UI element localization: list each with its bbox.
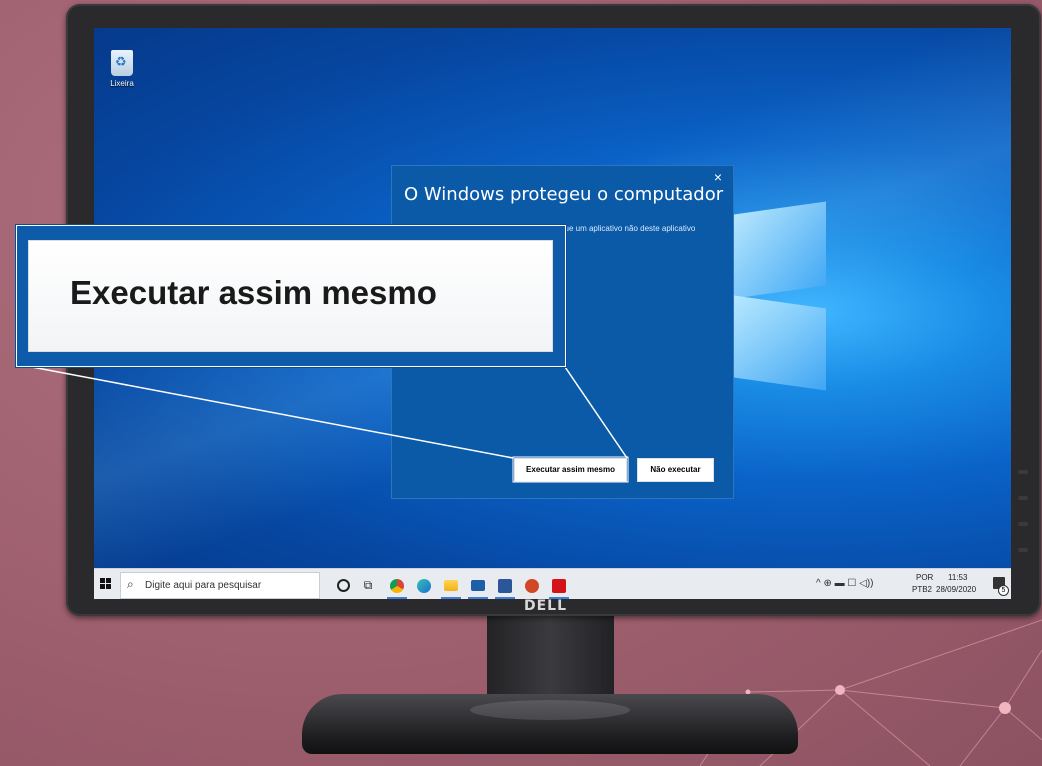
monitor-buttons xyxy=(1018,470,1030,574)
clock-time: 11:53 xyxy=(948,573,968,582)
dialog-title: O Windows protegeu o computador xyxy=(404,184,724,205)
dont-run-button[interactable]: Não executar xyxy=(637,458,714,482)
dell-logo: DELL xyxy=(524,598,568,614)
task-view-icon[interactable]: ⧉ xyxy=(356,573,380,597)
clock-date: 28/09/2020 xyxy=(936,585,977,594)
clock[interactable]: 11:53 28/09/2020 xyxy=(936,571,980,599)
search-placeholder: Digite aqui para pesquisar xyxy=(145,580,262,591)
callout-label: Executar assim mesmo xyxy=(70,274,437,311)
search-icon: ⌕ xyxy=(127,577,134,591)
recycle-bin-label: Lixeira xyxy=(110,79,134,88)
mail-icon[interactable] xyxy=(466,573,490,599)
word-icon[interactable] xyxy=(493,573,517,599)
language-code: POR xyxy=(916,573,934,582)
stand-highlight xyxy=(470,700,630,720)
chrome-icon[interactable] xyxy=(385,573,409,599)
start-button[interactable] xyxy=(100,578,112,590)
acrobat-icon[interactable] xyxy=(547,573,571,599)
powerpoint-icon[interactable] xyxy=(520,573,544,597)
zoom-callout: Executar assim mesmo xyxy=(16,225,566,367)
file-explorer-icon[interactable] xyxy=(439,573,463,599)
keyboard-layout: PTB2 xyxy=(912,585,933,594)
action-center-icon[interactable]: 5 xyxy=(987,569,1011,599)
cortana-icon[interactable] xyxy=(331,573,355,597)
edge-icon[interactable] xyxy=(412,573,436,597)
run-anyway-button[interactable]: Executar assim mesmo xyxy=(514,458,627,482)
search-box[interactable]: ⌕ Digite aqui para pesquisar xyxy=(120,572,320,599)
taskbar: ⌕ Digite aqui para pesquisar ⧉ ^ ⊕ ▬ ☐ ◁… xyxy=(94,568,1011,599)
recycle-bin-icon xyxy=(111,50,133,76)
recycle-bin-shortcut[interactable]: Lixeira xyxy=(104,50,140,88)
tray-icons[interactable]: ^ ⊕ ▬ ☐ ◁)) xyxy=(816,578,874,599)
notification-count: 5 xyxy=(998,585,1009,596)
